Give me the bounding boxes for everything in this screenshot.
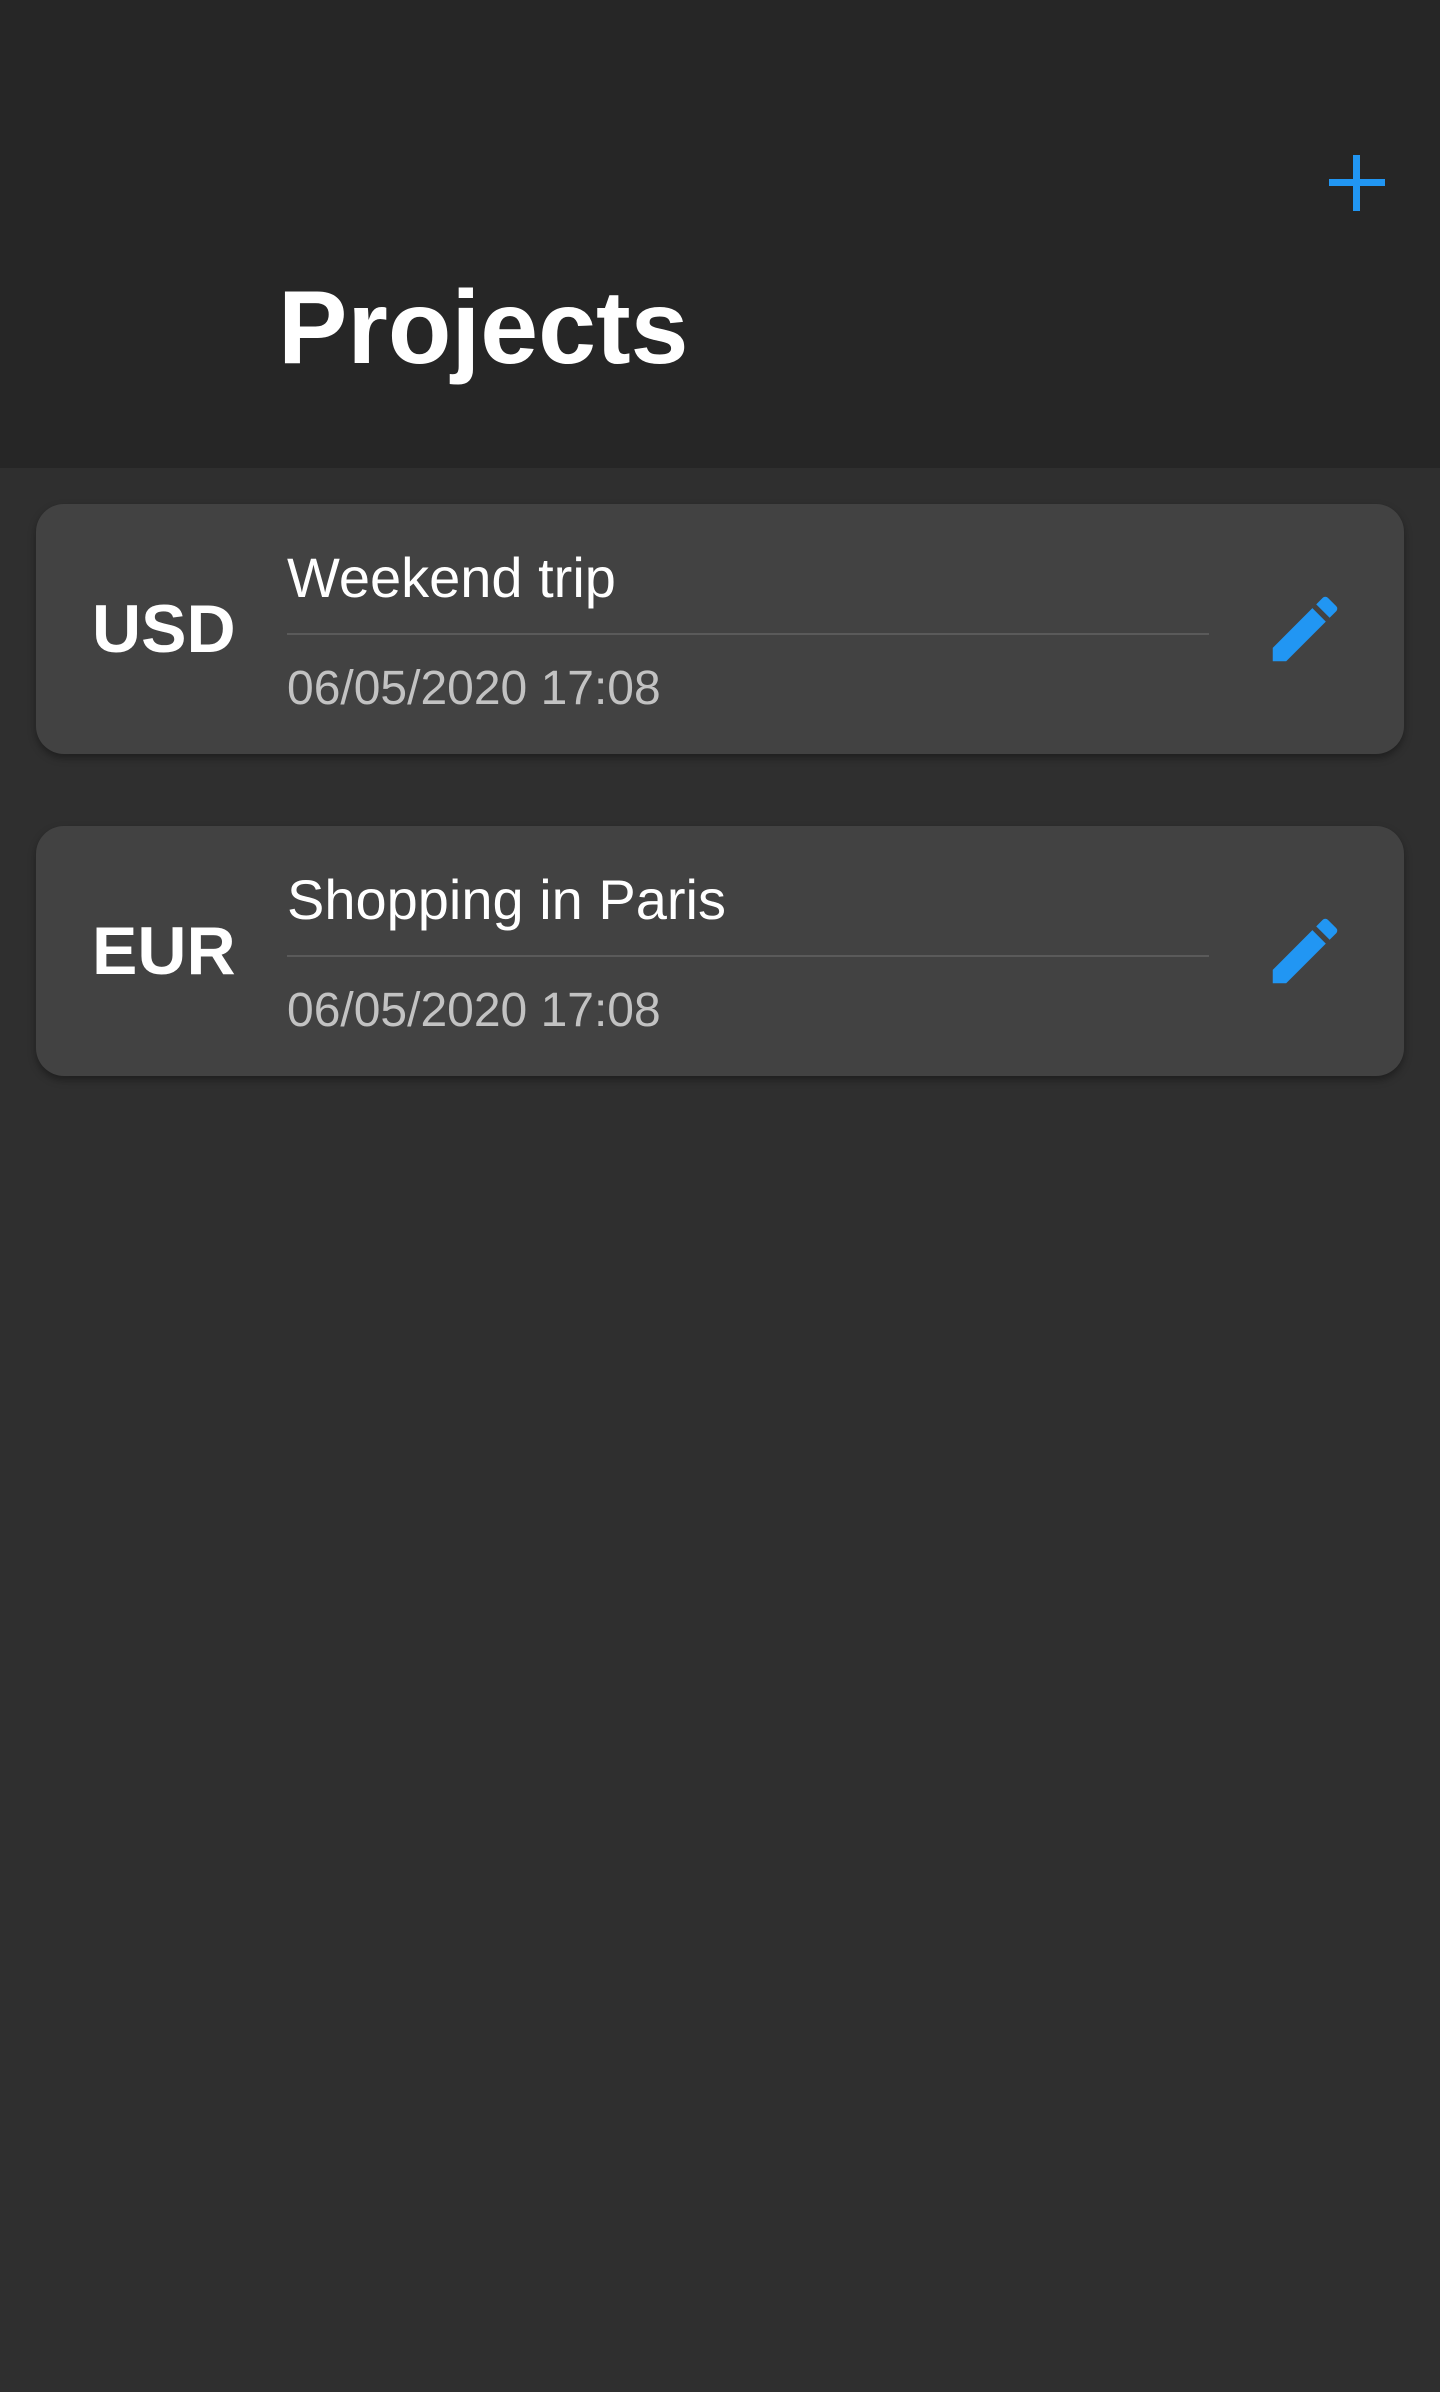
page-title: Projects [278, 270, 689, 386]
project-currency: EUR [92, 913, 236, 989]
plus-icon [1329, 155, 1385, 211]
edit-project-button[interactable] [1262, 908, 1348, 994]
project-currency: USD [92, 591, 236, 667]
divider [287, 955, 1209, 957]
add-project-button[interactable] [1316, 142, 1398, 224]
project-name: Shopping in Paris [287, 868, 726, 931]
project-card[interactable]: EUR Shopping in Paris 06/05/2020 17:08 [36, 826, 1404, 1076]
project-date: 06/05/2020 17:08 [287, 662, 661, 715]
project-name: Weekend trip [287, 546, 616, 609]
divider [287, 633, 1209, 635]
project-card[interactable]: USD Weekend trip 06/05/2020 17:08 [36, 504, 1404, 754]
edit-project-button[interactable] [1262, 586, 1348, 672]
pencil-icon [1272, 918, 1338, 984]
pencil-icon [1272, 596, 1338, 662]
app-header: Projects [0, 0, 1440, 468]
project-date: 06/05/2020 17:08 [287, 984, 661, 1037]
